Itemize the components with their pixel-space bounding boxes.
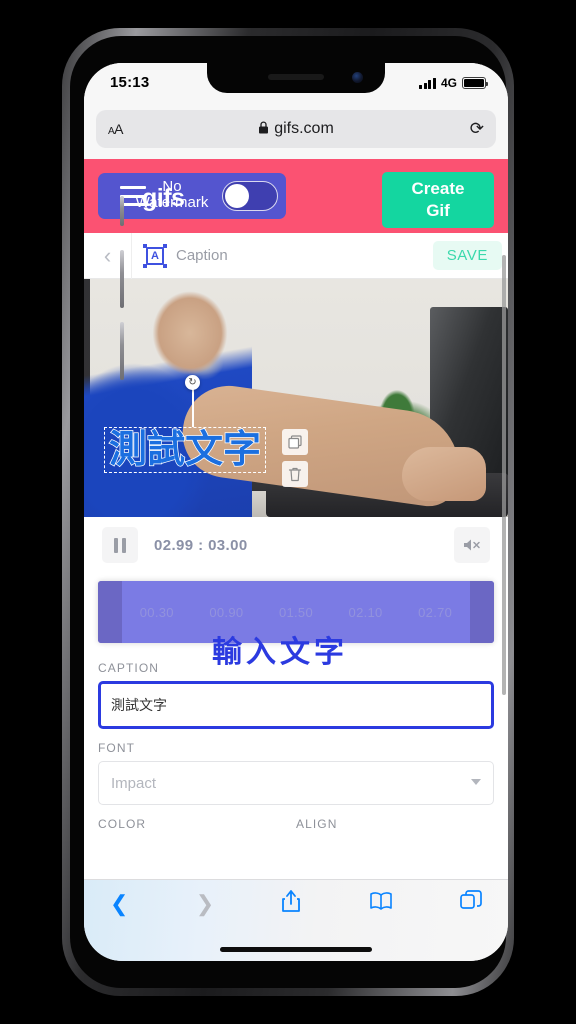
- color-align-label-row: COLOR ALIGN: [98, 817, 494, 837]
- toggle-knob: [225, 184, 249, 208]
- caption-toolbar: ‹ A Caption SAVE: [84, 232, 508, 279]
- text-box-letter: A: [146, 246, 164, 265]
- handle-top-left: [143, 243, 147, 248]
- timeline-tick: 00.90: [209, 604, 244, 620]
- create-gif-button[interactable]: Create Gif: [382, 172, 494, 228]
- font-select[interactable]: Impact: [98, 761, 494, 805]
- overlay-text: 測試文字: [108, 428, 262, 472]
- front-camera-icon: [352, 72, 363, 83]
- align-field-label: ALIGN: [296, 817, 338, 831]
- nav-watermark-chip: gifs No Watermark: [98, 173, 286, 219]
- trim-handle-right[interactable]: [470, 581, 494, 643]
- caption-tool-title: Caption: [176, 247, 228, 264]
- book-icon[interactable]: [369, 891, 393, 917]
- safari-toolbar: ❮ ❯: [84, 879, 508, 961]
- phone-frame: 15:13 4G AA gifs.com ⟳ gifs No Watermark…: [62, 28, 514, 996]
- playback-controls: 02.99 : 03.00: [84, 517, 508, 573]
- handle-bottom-right: [163, 263, 167, 268]
- pause-button[interactable]: [102, 527, 138, 563]
- home-indicator: [220, 947, 372, 952]
- caption-input[interactable]: [98, 681, 494, 729]
- annotation-input-text: 輸入文字: [212, 636, 348, 669]
- status-time: 15:13: [110, 74, 150, 91]
- phone-bezel: 15:13 4G AA gifs.com ⟳ gifs No Watermark…: [70, 36, 508, 988]
- volume-down-button[interactable]: [120, 322, 124, 380]
- video-preview[interactable]: ↻ 測試文字: [84, 279, 508, 517]
- time-display: 02.99 : 03.00: [154, 536, 248, 554]
- trim-handle-left[interactable]: [98, 581, 122, 643]
- caption-form: 輸入文字 CAPTION FONT Impact COLOR ALIGN: [84, 636, 508, 837]
- tabs-icon[interactable]: [460, 890, 482, 918]
- safari-url-bar: AA gifs.com ⟳: [84, 107, 508, 159]
- text-box-icon: A: [143, 243, 167, 268]
- handle-bottom-left: [143, 263, 147, 268]
- chevron-down-icon: [471, 779, 481, 785]
- save-button[interactable]: SAVE: [432, 241, 502, 270]
- color-field-label: COLOR: [98, 817, 147, 831]
- mute-button[interactable]: [454, 527, 490, 563]
- chevron-left-icon[interactable]: ❮: [110, 891, 128, 917]
- app-header: gifs No Watermark Create Gif: [84, 159, 508, 233]
- url-display[interactable]: gifs.com: [96, 120, 496, 138]
- video-hand: [402, 447, 486, 501]
- url-field[interactable]: AA gifs.com ⟳: [96, 110, 496, 148]
- phone-notch: [207, 63, 385, 93]
- network-type-label: 4G: [440, 76, 457, 90]
- handle-top-right: [163, 243, 167, 248]
- page-scrollbar[interactable]: [502, 255, 506, 695]
- share-icon[interactable]: [281, 889, 301, 919]
- timeline-tick: 00.30: [139, 604, 174, 620]
- url-text: gifs.com: [274, 120, 334, 137]
- font-field-label: FONT: [98, 741, 136, 755]
- back-button[interactable]: ‹: [84, 232, 132, 279]
- timeline-ticks: 00.30 00.90 01.50 02.10 02.70: [122, 605, 470, 620]
- signal-bars-icon: [419, 77, 436, 89]
- text-overlay-box[interactable]: 測試文字: [104, 427, 267, 473]
- phone-screen: 15:13 4G AA gifs.com ⟳ gifs No Watermark…: [84, 63, 508, 961]
- speaker-grille-icon: [268, 74, 324, 80]
- create-gif-label: Create Gif: [411, 179, 465, 220]
- battery-fill: [464, 79, 484, 87]
- rotate-handle-line: [192, 385, 194, 427]
- mute-switch[interactable]: [120, 196, 124, 226]
- safari-toolbar-icons: ❮ ❯: [84, 880, 508, 928]
- web-page-content: gifs No Watermark Create Gif ‹ A Caption…: [84, 159, 508, 879]
- timeline-tick: 02.10: [348, 604, 383, 620]
- battery-full-icon: [462, 77, 488, 89]
- status-indicators: 4G: [419, 76, 488, 90]
- copy-icon[interactable]: [282, 429, 308, 455]
- timeline-tick: 01.50: [278, 604, 313, 620]
- font-select-value: Impact: [111, 774, 157, 792]
- rotate-handle-icon[interactable]: ↻: [185, 375, 200, 390]
- text-overlay[interactable]: ↻ 測試文字: [104, 375, 308, 487]
- trash-icon[interactable]: [282, 461, 308, 487]
- timeline-tick: 02.70: [418, 604, 453, 620]
- chevron-right-icon: ❯: [195, 891, 215, 916]
- no-watermark-toggle[interactable]: [222, 181, 278, 211]
- no-watermark-label: No Watermark: [135, 178, 209, 211]
- volume-up-button[interactable]: [120, 250, 124, 308]
- lock-icon: [258, 121, 269, 137]
